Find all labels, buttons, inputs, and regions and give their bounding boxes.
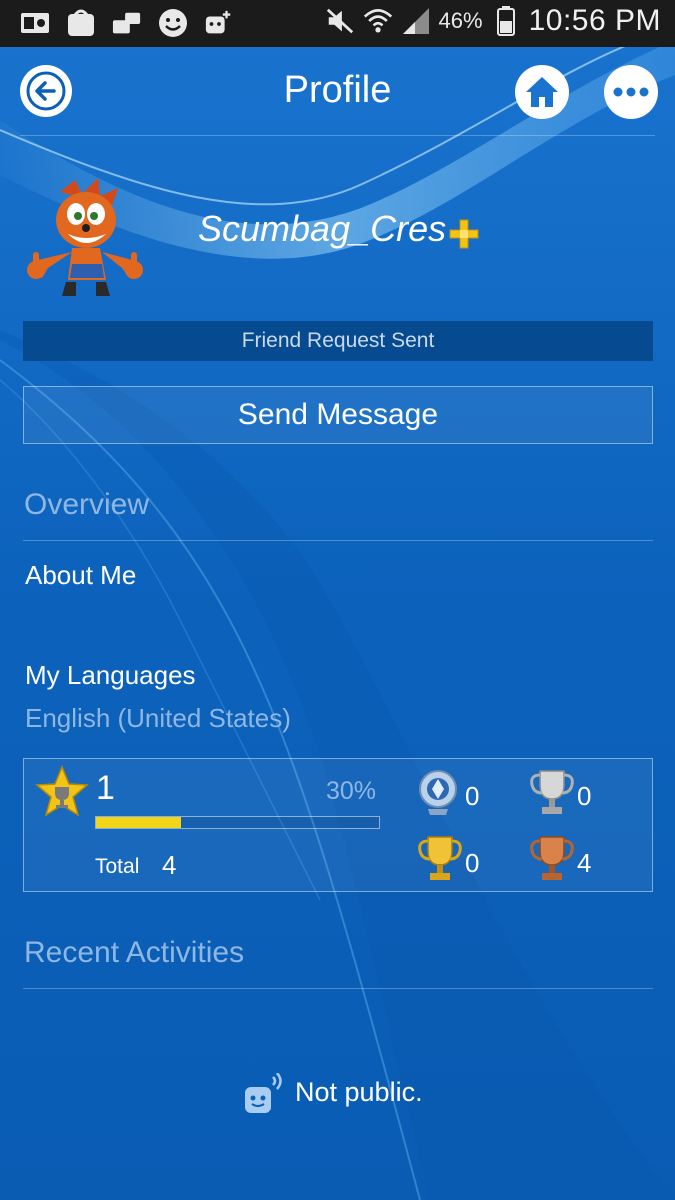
bronze-trophy-icon <box>530 836 574 880</box>
total-trophies-label: Total <box>95 855 140 878</box>
avatar[interactable] <box>20 172 150 302</box>
trophy-level-star-icon <box>35 765 89 817</box>
trophy-level: 1 <box>96 769 115 807</box>
platinum-count: 0 <box>465 781 480 811</box>
gallery-icon <box>20 8 50 38</box>
not-public-icon <box>245 1073 282 1113</box>
about-me-label: About Me <box>25 560 137 590</box>
overview-heading: Overview <box>24 488 150 521</box>
trophy-summary-card[interactable]: 1 30% Total 4 0 0 0 4 <box>23 758 653 892</box>
gold-trophy-icon <box>418 836 462 880</box>
send-message-button[interactable]: Send Message <box>23 386 653 444</box>
galaxy-apps-icon <box>66 8 96 38</box>
page-title: Profile <box>283 69 392 111</box>
overview-divider <box>23 540 653 541</box>
clock: 10:56 PM <box>528 4 661 37</box>
level-progress-fill <box>96 817 181 828</box>
recent-activities-heading: Recent Activities <box>24 936 245 969</box>
level-progress-percent: 30% <box>326 777 377 805</box>
gold-count: 0 <box>465 848 480 878</box>
status-bar: 46% 10:56 PM <box>0 0 675 47</box>
silver-trophy-icon <box>530 770 574 814</box>
mute-icon <box>325 6 355 36</box>
friend-request-status: Friend Request Sent <box>23 321 653 361</box>
total-trophies-value: 4 <box>162 850 177 880</box>
header-divider <box>20 135 655 136</box>
bronze-count: 4 <box>577 848 592 878</box>
battery-icon <box>491 6 521 36</box>
languages-label: My Languages <box>25 660 196 690</box>
top-app-bar: Profile <box>0 47 675 137</box>
playstation-plus-icon <box>449 219 479 249</box>
not-public-text: Not public. <box>295 1077 423 1107</box>
home-button[interactable] <box>515 65 569 119</box>
level-progress-bar <box>95 816 380 829</box>
messages-icon <box>112 8 142 38</box>
languages-value: English (United States) <box>25 703 291 733</box>
ps-app-icon <box>204 8 234 38</box>
wifi-icon <box>363 6 393 36</box>
smiley-icon <box>158 8 188 38</box>
more-dots-icon <box>613 87 649 97</box>
more-options-button[interactable] <box>604 65 658 119</box>
home-icon <box>526 77 558 107</box>
username: Scumbag_Cres <box>198 208 447 249</box>
recent-activities-divider <box>23 988 653 989</box>
silver-count: 0 <box>577 781 592 811</box>
battery-percent: 46% <box>438 8 483 33</box>
platinum-trophy-icon <box>419 770 457 815</box>
signal-icon <box>401 6 431 36</box>
